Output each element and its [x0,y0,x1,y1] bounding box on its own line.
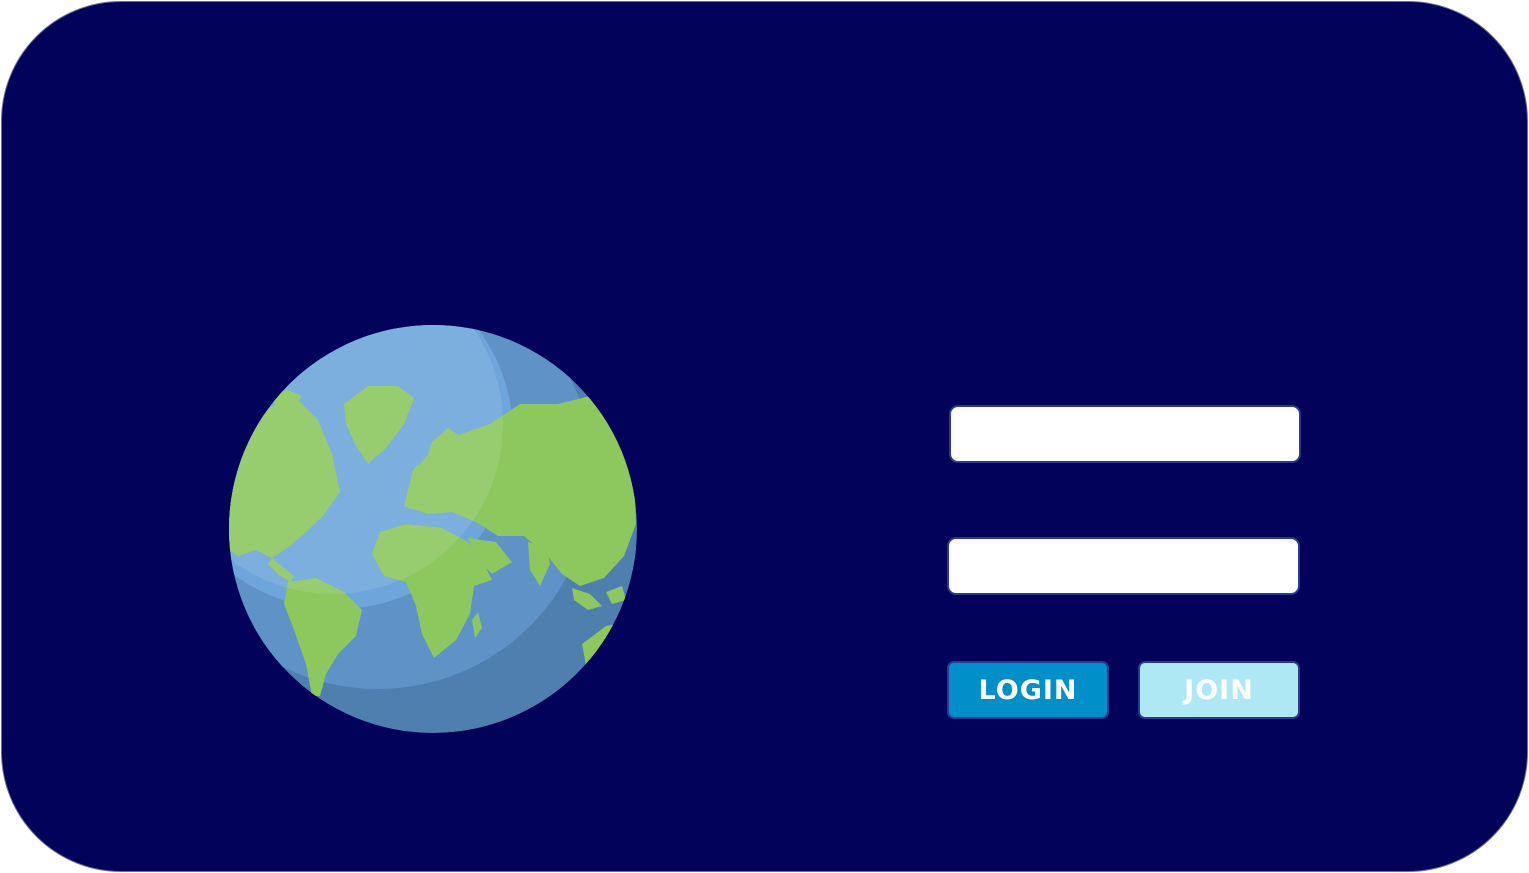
password-input[interactable] [947,537,1300,595]
login-button[interactable]: LOGIN [947,661,1109,719]
globe-icon [229,325,637,733]
username-input[interactable] [949,405,1301,463]
join-button[interactable]: JOIN [1138,661,1300,719]
login-panel: LOGIN JOIN [1,1,1528,872]
